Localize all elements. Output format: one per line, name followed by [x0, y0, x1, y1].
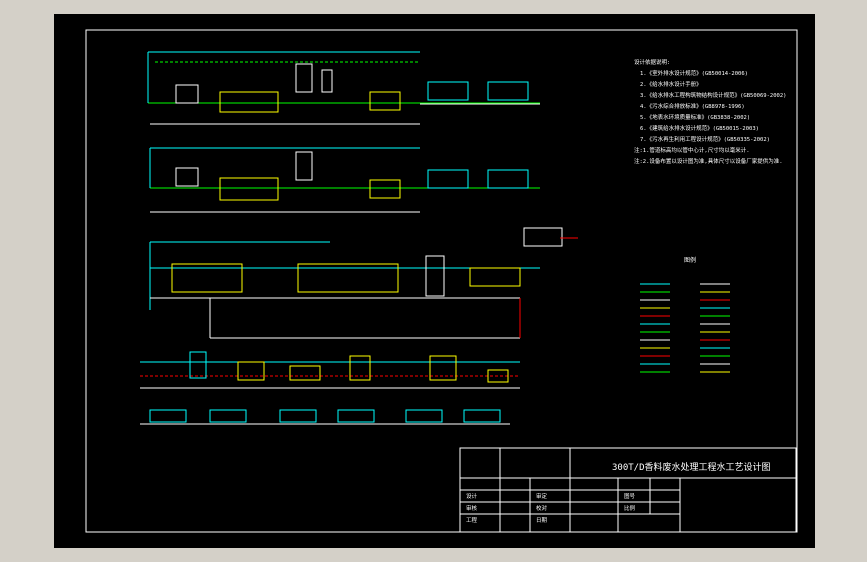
note-line: 1.《室外排水设计规范》(GB50014-2006): [640, 69, 748, 77]
note-line: 3.《给水排水工程构筑物结构设计规范》(GB50069-2002): [640, 91, 786, 99]
title-block-label: 工程: [466, 516, 478, 524]
drawing-title: 300T/D香料废水处理工程水工艺设计图: [612, 461, 771, 473]
note-line: 注:2.设备布置以设计图为准,具体尺寸以设备厂家提供为准.: [634, 157, 783, 165]
note-line: 5.《地表水环境质量标准》(GB3838-2002): [640, 113, 750, 121]
title-block-label: 校对: [536, 504, 548, 512]
title-block-label: 设计: [466, 492, 478, 500]
notes-heading: 设计依据说明:: [634, 58, 670, 66]
cad-drawing-canvas: 设计依据说明: 1.《室外排水设计规范》(GB50014-2006) 2.《给水…: [0, 0, 867, 562]
title-block-label: 审核: [466, 504, 478, 512]
title-block-label: 审定: [536, 492, 548, 500]
legend-heading: 图例: [684, 256, 696, 264]
note-line: 6.《建筑给水排水设计规范》(GB50015-2003): [640, 124, 759, 132]
note-line: 2.《给水排水设计手册》: [640, 80, 702, 88]
title-block-label: 图号: [624, 492, 636, 500]
title-block-label: 比例: [624, 504, 636, 512]
note-line: 7.《污水再生利用工程设计规范》(GB50335-2002): [640, 135, 770, 143]
note-line: 4.《污水综合排放标准》(GB8978-1996): [640, 102, 745, 110]
title-block-label: 日期: [536, 517, 548, 524]
note-line: 注:1.管道标高均以管中心计,尺寸均以毫米计.: [634, 146, 750, 154]
